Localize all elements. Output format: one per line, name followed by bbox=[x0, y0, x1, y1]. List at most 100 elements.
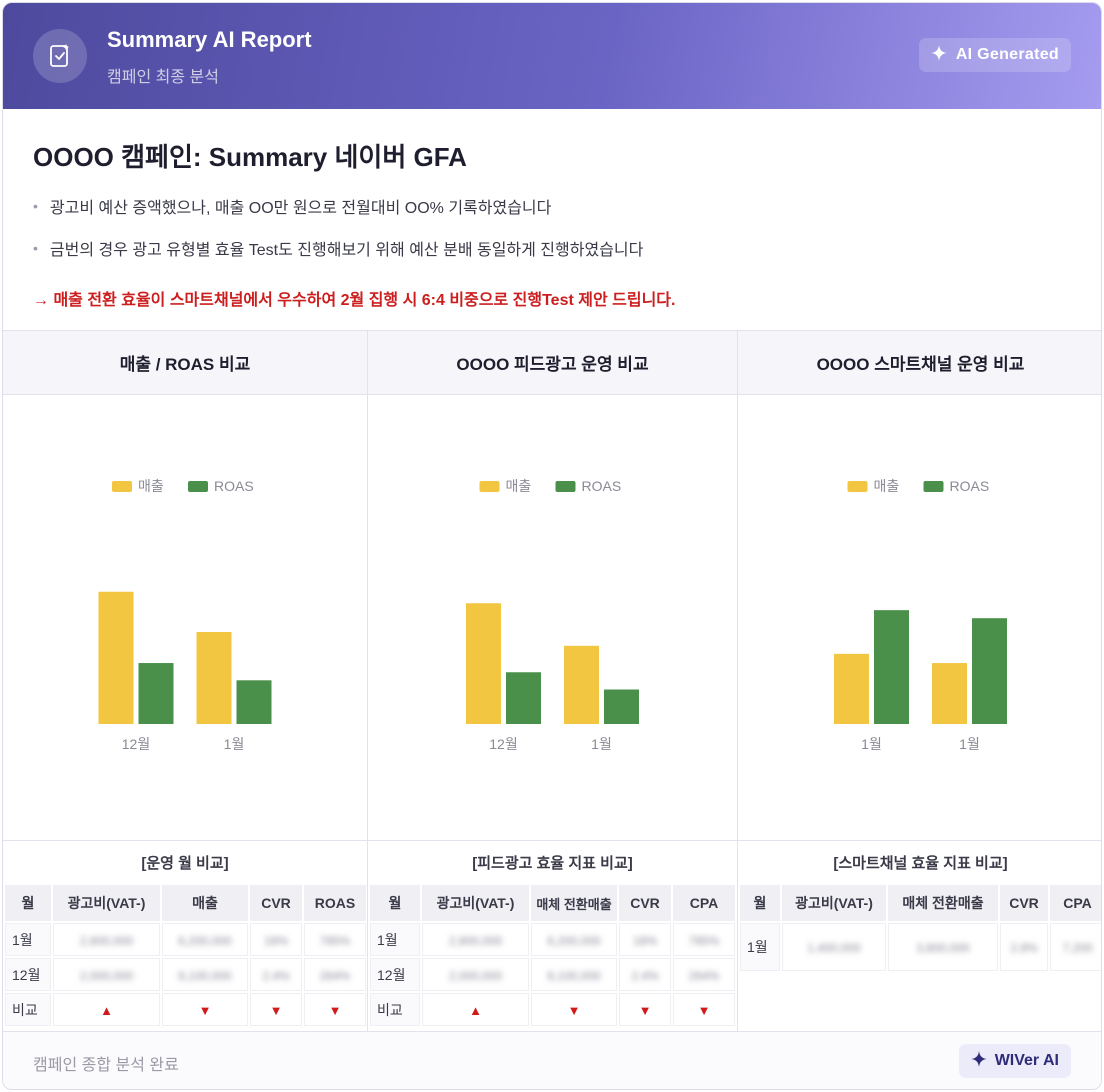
table-cell: 2,000,000 bbox=[53, 958, 160, 991]
report-card: Summary AI Report 캠페인 최종 분석 AI Generated… bbox=[2, 2, 1102, 1090]
table-cell: 7,200 bbox=[1050, 923, 1101, 971]
table-cell: 264% bbox=[304, 958, 366, 991]
bar bbox=[604, 689, 639, 724]
blurred-value: 6,200,000 bbox=[178, 933, 232, 948]
table-cell: 3,800,000 bbox=[888, 923, 998, 971]
legend-label: ROAS bbox=[214, 478, 254, 494]
table-cell: 18% bbox=[250, 923, 302, 956]
table-cell: 785% bbox=[673, 923, 735, 956]
legend-swatch bbox=[112, 481, 132, 492]
table-cell: 785% bbox=[304, 923, 366, 956]
blurred-value: 6,200,000 bbox=[547, 933, 601, 948]
table-row: 1월 2,800,000 6,200,000 18% 785% bbox=[370, 923, 735, 956]
row-label: 1월 bbox=[370, 923, 420, 956]
footer-status: 캠페인 종합 분석 완료 bbox=[33, 1057, 179, 1074]
bar bbox=[506, 672, 541, 724]
table-title: [스마트채널 효율 지표 비교] bbox=[833, 854, 1008, 872]
bar bbox=[466, 603, 501, 724]
blurred-value: 2,800,000 bbox=[79, 933, 134, 948]
table-header-cell: ROAS bbox=[304, 885, 366, 921]
x-tick-label: 1월 bbox=[591, 736, 612, 752]
table-cell: 2,000,000 bbox=[422, 958, 529, 991]
table-header-cell: 광고비(VAT-) bbox=[422, 885, 529, 921]
sparkle-icon bbox=[930, 44, 947, 66]
metrics-table: 월 광고비(VAT-) 매출 CVR ROAS 1월 2,800,000 6,2… bbox=[3, 883, 368, 1028]
table-header-cell: 광고비(VAT-) bbox=[782, 885, 886, 921]
blurred-value: 3,800,000 bbox=[916, 941, 970, 955]
row-label: 1월 bbox=[740, 923, 780, 971]
table-header-cell: CVR bbox=[1000, 885, 1048, 921]
summary-bullet: • 광고비 예산 증액했으나, 매출 OO만 원으로 전월대비 OO% 기록하였… bbox=[33, 194, 1071, 218]
table-row: 1월 1,400,000 3,800,000 2.8% 7,200 bbox=[740, 923, 1101, 971]
table-cell: 6,200,000 bbox=[162, 923, 248, 956]
blurred-value: 8,100,000 bbox=[547, 968, 601, 983]
summary-section: OOOO 캠페인: Summary 네이버 GFA • 광고비 예산 증액했으나… bbox=[3, 109, 1101, 331]
wiver-ai-label: WIVer AI bbox=[994, 1052, 1059, 1069]
table-header-cell: 광고비(VAT-) bbox=[53, 885, 160, 921]
table-header-cell: CVR bbox=[250, 885, 302, 921]
comparison-columns: 매출 / ROAS 비교 매출 ROAS 12월 1월 [운영 월 비교] 월 광고비… bbox=[3, 331, 1101, 1033]
down-arrow-icon: ▼ bbox=[619, 993, 671, 1026]
report-subtitle: 캠페인 최종 분석 bbox=[107, 69, 219, 86]
table-header-cell: 월 bbox=[370, 885, 420, 921]
table-row: 1월 2,800,000 6,200,000 18% 785% bbox=[5, 923, 366, 956]
column-heading: 매출 / ROAS 비교 bbox=[3, 331, 367, 395]
smart-channel-column: OOOO 스마트채널 운영 비교 매출 ROAS 1월 1월 [스마트채널 효율 지표… bbox=[738, 331, 1101, 1033]
blurred-value: 2.4% bbox=[631, 968, 659, 983]
legend-swatch bbox=[479, 481, 500, 492]
bar bbox=[564, 645, 599, 724]
blurred-value: 264% bbox=[319, 968, 351, 983]
row-label: 비교 bbox=[370, 993, 420, 1026]
table-header-cell: 매체 전환매출 bbox=[888, 885, 998, 921]
table-header-cell: CVR bbox=[619, 885, 671, 921]
chart-svg: 매출 ROAS 12월 1월 bbox=[466, 478, 639, 752]
bar bbox=[196, 632, 232, 724]
x-tick-label: 12월 bbox=[489, 736, 517, 752]
column-heading: OOOO 피드광고 운영 비교 bbox=[368, 331, 737, 395]
metrics-table: 월 광고비(VAT-) 매체 전환매출 CVR CPA 1월 1,400,000… bbox=[738, 883, 1101, 973]
table-cell: 264% bbox=[673, 958, 735, 991]
blurred-value: 2.8% bbox=[1010, 941, 1038, 955]
x-tick-label: 12월 bbox=[122, 736, 150, 752]
table-row: 12월 2,000,000 8,100,000 2.4% 264% bbox=[5, 958, 366, 991]
ai-generated-badge: AI Generated bbox=[918, 38, 1071, 72]
bar-chart: 매출 ROAS 12월 1월 bbox=[368, 395, 737, 841]
bar bbox=[236, 680, 272, 724]
table-cell: 2.4% bbox=[619, 958, 671, 991]
report-footer: 캠페인 종합 분석 완료 WIVer AI bbox=[3, 1031, 1101, 1089]
legend-label: 매출 bbox=[506, 478, 532, 494]
bar bbox=[932, 663, 967, 724]
legend-label: ROAS bbox=[950, 478, 990, 494]
table-header-cell: CPA bbox=[1050, 885, 1101, 921]
blurred-value: 785% bbox=[319, 933, 351, 948]
chart-svg: 매출 ROAS 1월 1월 bbox=[834, 478, 1007, 752]
bullet-text: 광고비 예산 증액했으나, 매출 OO만 원으로 전월대비 OO% 기록하였습니… bbox=[49, 200, 552, 217]
table-cell: 2,800,000 bbox=[53, 923, 160, 956]
table-row: 비교 ▲ ▼ ▼ ▼ bbox=[370, 993, 735, 1026]
table-cell: 8,100,000 bbox=[162, 958, 248, 991]
blurred-value: 18% bbox=[632, 933, 658, 948]
legend-label: 매출 bbox=[874, 478, 900, 494]
table-cell: 8,100,000 bbox=[531, 958, 617, 991]
blurred-value: 785% bbox=[688, 933, 720, 948]
blurred-value: 2.4% bbox=[262, 968, 290, 983]
bar-chart: 매출 ROAS 1월 1월 bbox=[738, 395, 1101, 841]
blurred-value: 18% bbox=[263, 933, 289, 948]
table-cell: 6,200,000 bbox=[531, 923, 617, 956]
table-header-cell: 매체 전환매출 bbox=[531, 885, 617, 921]
row-label: 1월 bbox=[5, 923, 51, 956]
down-arrow-icon: ▼ bbox=[304, 993, 366, 1026]
wiver-ai-badge: WIVer AI bbox=[958, 1044, 1071, 1078]
bar bbox=[98, 591, 134, 724]
table-header-row: 월 광고비(VAT-) 매체 전환매출 CVR CPA bbox=[740, 885, 1101, 921]
report-title: Summary AI Report bbox=[107, 27, 312, 52]
clipboard-check-icon bbox=[33, 29, 87, 83]
x-tick-label: 1월 bbox=[861, 736, 882, 752]
bar bbox=[874, 610, 909, 724]
chart-svg: 매출 ROAS 12월 1월 bbox=[98, 478, 272, 752]
table-header-cell: 월 bbox=[5, 885, 51, 921]
table-row: 비교 ▲ ▼ ▼ ▼ bbox=[5, 993, 366, 1026]
table-cell: 2.8% bbox=[1000, 923, 1048, 971]
up-arrow-icon: ▲ bbox=[53, 993, 160, 1026]
table-header-cell: CPA bbox=[673, 885, 735, 921]
